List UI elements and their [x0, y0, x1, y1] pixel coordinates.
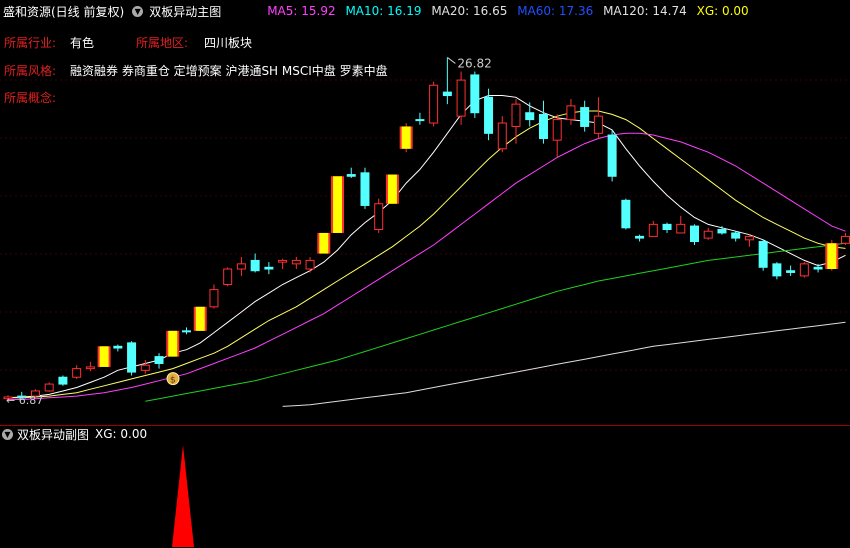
region-value: 四川板块 — [204, 36, 253, 50]
sub-chart-header: ▼ 双板异动副图 XG: 0.00 — [0, 425, 147, 443]
candle-body — [72, 368, 82, 378]
limit-up-candle — [827, 243, 837, 270]
sub-chart[interactable] — [0, 443, 850, 548]
limit-up-candle — [333, 176, 343, 233]
main-indicator-name[interactable]: 双板异动主图 — [149, 3, 221, 20]
sub-indicator-name[interactable]: 双板异动副图 — [17, 426, 89, 443]
candle-body — [525, 112, 535, 121]
candle-body — [250, 259, 260, 272]
limit-up-candle — [168, 330, 178, 357]
ma-line-ma120 — [282, 321, 846, 407]
candle-body — [456, 79, 466, 117]
chart-header: 盛和资源(日线 前复权) ▼ 双板异动主图 MA5: 15.92 MA10: 1… — [0, 0, 850, 22]
candlestick-chart[interactable]: 26.82 ← 6.87 $ — [0, 22, 850, 425]
limit-up-candle — [319, 232, 329, 254]
ma20-label: MA20: 16.65 — [431, 4, 508, 18]
candle-body — [772, 263, 782, 277]
concept-label: 所属概念: — [4, 91, 57, 105]
candle-body — [374, 203, 384, 231]
candle-body — [580, 107, 590, 127]
candle-body — [552, 119, 562, 141]
candle-body — [113, 345, 123, 349]
candle-body — [731, 232, 741, 239]
ma120-label: MA120: 14.74 — [603, 4, 687, 18]
chevron-down-icon[interactable]: ▼ — [132, 5, 144, 17]
limit-up-candle — [99, 346, 109, 367]
xg-signal-bar — [172, 445, 194, 547]
candle-body — [799, 263, 809, 277]
industry-value: 有色 — [70, 36, 95, 50]
candle-body — [429, 84, 439, 124]
candle-body — [291, 259, 301, 265]
candle-body — [484, 96, 494, 134]
sub-xg-label: XG: 0.00 — [95, 427, 148, 441]
ma-line-ma60 — [145, 242, 846, 402]
candle-body — [511, 103, 521, 127]
high-price-label: 26.82 — [457, 56, 491, 70]
candle-body — [470, 74, 480, 114]
candle-body — [44, 383, 54, 392]
ma5-label: MA5: 15.92 — [267, 4, 336, 18]
ma60-label: MA60: 17.36 — [517, 4, 594, 18]
candle-body — [346, 174, 356, 177]
candle-body — [841, 235, 850, 244]
ma10-label: MA10: 16.19 — [345, 4, 422, 18]
candle-body — [127, 342, 137, 373]
candle-body — [85, 366, 95, 370]
style-value: 融资融券 券商重仓 定增预案 沪港通SH MSCI中盘 罗素中盘 — [70, 64, 388, 78]
candle-body — [415, 119, 425, 122]
candle-body — [758, 241, 768, 268]
money-bag-icon-glyph: $ — [170, 376, 176, 386]
limit-up-candle — [387, 174, 397, 204]
candle-body — [442, 91, 452, 97]
high-pointer — [447, 57, 456, 64]
candle-body — [305, 259, 315, 270]
style-label: 所属风格: — [4, 64, 57, 78]
candle-body — [497, 122, 507, 150]
xg-label: XG: 0.00 — [696, 4, 749, 18]
candle-body — [621, 199, 631, 229]
candle-body — [278, 259, 288, 263]
candle-body — [607, 134, 617, 177]
candle-body — [236, 263, 246, 270]
limit-up-candle — [195, 306, 205, 331]
candle-body — [58, 376, 68, 385]
candle-body — [360, 172, 370, 206]
candle-body — [717, 229, 727, 234]
limit-up-candle — [401, 126, 411, 149]
region-label: 所属地区: — [136, 36, 189, 50]
candle-body — [538, 113, 548, 139]
candle-body — [648, 223, 658, 237]
industry-label: 所属行业: — [4, 36, 57, 50]
candle-body — [662, 223, 672, 231]
low-price-label: ← 6.87 — [6, 394, 43, 407]
candle-body — [703, 230, 713, 239]
candle-body — [690, 225, 699, 243]
candle-body — [635, 235, 645, 239]
candle-body — [744, 235, 754, 241]
candle-body — [676, 223, 686, 234]
candle-body — [786, 270, 796, 273]
ma-legend: MA5: 15.92 MA10: 16.19 MA20: 16.65 MA60:… — [267, 4, 755, 18]
candle-body — [223, 268, 233, 285]
candle-body — [209, 289, 219, 308]
candle-body — [813, 266, 823, 270]
candle-body — [566, 105, 576, 121]
candle-body — [264, 266, 274, 270]
candle-body — [593, 115, 603, 134]
candle-body — [140, 364, 150, 371]
candle-body — [154, 356, 164, 364]
chevron-down-icon[interactable]: ▼ — [2, 428, 13, 440]
candle-body — [181, 330, 191, 333]
stock-title: 盛和资源(日线 前复权) — [3, 4, 125, 19]
